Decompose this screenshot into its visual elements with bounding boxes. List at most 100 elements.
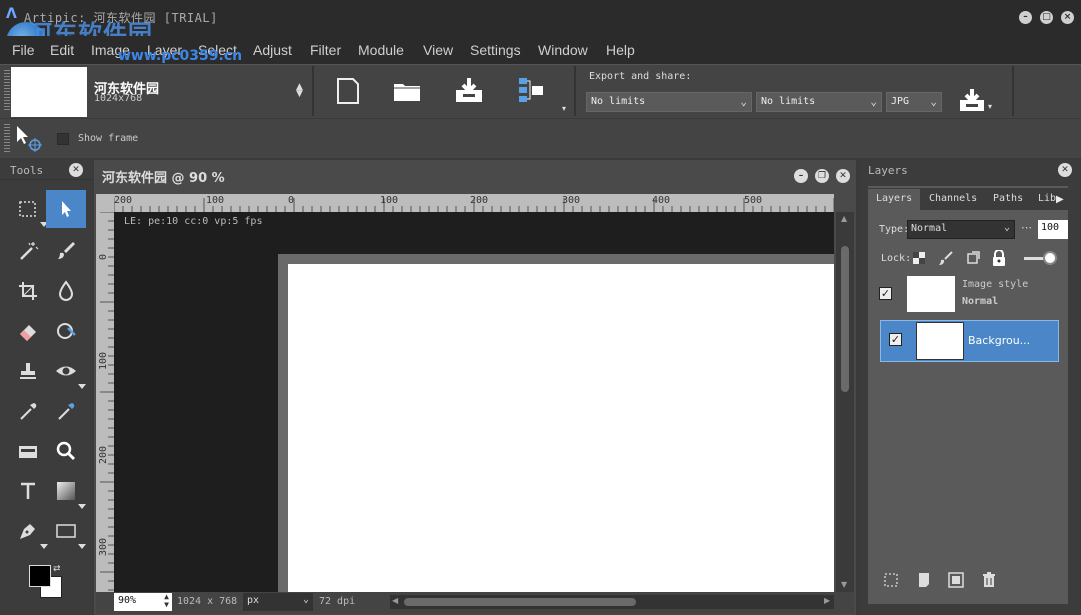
swap-colors-icon[interactable]: ⇄ xyxy=(53,564,61,574)
stamp-icon xyxy=(20,363,36,379)
more-dropdown-icon[interactable]: ▾ xyxy=(562,104,566,113)
options-drag-handle[interactable] xyxy=(4,124,10,154)
document-thumbnail[interactable] xyxy=(11,67,87,117)
blend-mode-select[interactable]: Normal ⌄ xyxy=(907,220,1015,239)
menu-window[interactable]: Window xyxy=(538,42,588,58)
rectangle-shape-icon xyxy=(56,524,76,538)
export-dropdown-icon[interactable]: ▾ xyxy=(988,102,992,111)
tools-close-icon[interactable]: ✕ xyxy=(69,163,83,177)
menu-view[interactable]: View xyxy=(423,42,453,58)
more-options-icon[interactable]: ⋯ xyxy=(1021,221,1032,234)
opacity-slider-handle[interactable] xyxy=(1043,251,1057,265)
maximize-button[interactable]: □ xyxy=(1040,11,1053,24)
ruler-label: 100 xyxy=(206,195,225,206)
scroll-right-icon[interactable]: ▶ xyxy=(824,596,830,605)
export-save-icon[interactable] xyxy=(958,88,988,114)
ruler-horizontal[interactable]: 200 100 0 100 200 300 400 500 xyxy=(114,194,834,212)
layer-visibility-checkbox[interactable]: ✓ xyxy=(889,333,902,346)
layer-name: Image style xyxy=(962,279,1029,290)
document-size: 1024x768 xyxy=(94,93,143,104)
tools-title: Tools xyxy=(10,164,44,177)
horizontal-scroll-thumb[interactable] xyxy=(404,598,636,606)
render-status: LE: pe:10 cc:0 vp:5 fps xyxy=(124,216,263,227)
lock-transparency-icon[interactable] xyxy=(913,252,925,264)
gradient-tool[interactable] xyxy=(46,472,86,510)
color-picker-tool[interactable] xyxy=(46,392,86,430)
new-document-icon[interactable] xyxy=(333,76,363,106)
eyedropper-tool[interactable] xyxy=(8,392,48,430)
delete-layer-icon[interactable] xyxy=(981,572,999,590)
stamp-tool[interactable] xyxy=(8,352,48,390)
marquee-tool[interactable] xyxy=(8,190,48,228)
ruler-label: 200 xyxy=(470,195,489,206)
quality-limit-select[interactable]: No limits ⌄ xyxy=(756,92,882,112)
tab-library[interactable]: Lib xyxy=(1038,193,1056,204)
menu-file[interactable]: File xyxy=(12,42,35,58)
lock-paint-icon[interactable] xyxy=(938,250,954,266)
format-select[interactable]: JPG ⌄ xyxy=(886,92,942,112)
foreground-color-swatch[interactable] xyxy=(29,565,51,587)
minimize-button[interactable]: – xyxy=(1019,11,1032,24)
menu-edit[interactable]: Edit xyxy=(50,42,74,58)
document-switch-arrows-icon[interactable]: ▲ ▼ xyxy=(296,83,303,99)
arrange-icon[interactable] xyxy=(516,76,546,106)
lock-all-icon[interactable] xyxy=(992,249,1006,266)
rectangle-shape-tool[interactable] xyxy=(46,512,86,550)
menu-settings[interactable]: Settings xyxy=(470,42,521,58)
save-icon[interactable] xyxy=(454,76,484,106)
menu-adjust[interactable]: Adjust xyxy=(253,42,292,58)
pen-tool[interactable] xyxy=(8,512,48,550)
magic-wand-icon xyxy=(20,242,39,260)
menu-help[interactable]: Help xyxy=(606,42,635,58)
zoom-stepper-icon[interactable]: ▲ ▼ xyxy=(164,593,169,609)
canvas-minimize-icon[interactable]: – xyxy=(794,169,808,183)
zoom-input[interactable]: 90% ▲ ▼ xyxy=(114,593,172,611)
new-selection-layer-icon[interactable] xyxy=(883,572,901,590)
image-canvas[interactable] xyxy=(288,264,834,594)
gradient-icon xyxy=(57,482,75,500)
brush-tool[interactable] xyxy=(46,232,86,270)
size-limit-select[interactable]: No limits ⌄ xyxy=(586,92,752,112)
separator xyxy=(574,66,576,116)
paint-bucket-icon xyxy=(19,446,37,458)
show-frame-checkbox[interactable] xyxy=(57,133,69,145)
move-tool[interactable] xyxy=(46,190,86,228)
menu-module[interactable]: Module xyxy=(358,42,404,58)
tab-scroll-right-icon[interactable]: ▶ xyxy=(1056,194,1064,205)
canvas-restore-icon[interactable]: ❐ xyxy=(815,169,829,183)
drop-tool[interactable] xyxy=(46,272,86,310)
unit-select[interactable]: px ⌄ xyxy=(243,593,313,611)
tab-layers[interactable]: Layers xyxy=(868,189,921,211)
zoom-tool[interactable] xyxy=(46,432,86,470)
strip-drag-handle[interactable] xyxy=(4,70,10,110)
ruler-vertical[interactable]: 0 100 200 300 xyxy=(96,212,114,592)
paint-bucket-tool[interactable] xyxy=(8,432,48,470)
scroll-up-icon[interactable]: ▲ xyxy=(841,214,847,223)
menu-filter[interactable]: Filter xyxy=(310,42,341,58)
new-layer-icon[interactable] xyxy=(916,572,934,590)
tab-channels[interactable]: Channels xyxy=(929,193,977,204)
layer-visibility-checkbox[interactable]: ✓ xyxy=(879,287,892,300)
text-tool[interactable] xyxy=(8,472,48,510)
marquee-icon xyxy=(19,201,36,217)
crop-tool[interactable] xyxy=(8,272,48,310)
opacity-input[interactable]: 100 xyxy=(1038,220,1068,239)
layer-mask-icon[interactable] xyxy=(948,572,966,590)
scroll-left-icon[interactable]: ◀ xyxy=(392,596,398,605)
vertical-scroll-thumb[interactable] xyxy=(841,246,849,392)
ruler-label: 300 xyxy=(98,537,109,556)
eye-tool[interactable] xyxy=(46,352,86,390)
eraser-tool[interactable] xyxy=(8,312,48,350)
close-button[interactable]: × xyxy=(1061,11,1074,24)
tab-paths[interactable]: Paths xyxy=(993,193,1023,204)
watermark-url: www.pc0359.cn xyxy=(118,48,243,64)
lock-position-icon[interactable] xyxy=(966,251,980,265)
open-folder-icon[interactable] xyxy=(392,76,422,106)
canvas-close-icon[interactable]: ✕ xyxy=(836,169,850,183)
blur-tool[interactable] xyxy=(46,312,86,350)
magic-wand-tool[interactable] xyxy=(8,232,48,270)
scroll-down-icon[interactable]: ▼ xyxy=(841,580,847,589)
layers-close-icon[interactable]: ✕ xyxy=(1058,163,1072,177)
eraser-icon xyxy=(20,325,36,341)
opacity-value: 100 xyxy=(1041,222,1060,233)
